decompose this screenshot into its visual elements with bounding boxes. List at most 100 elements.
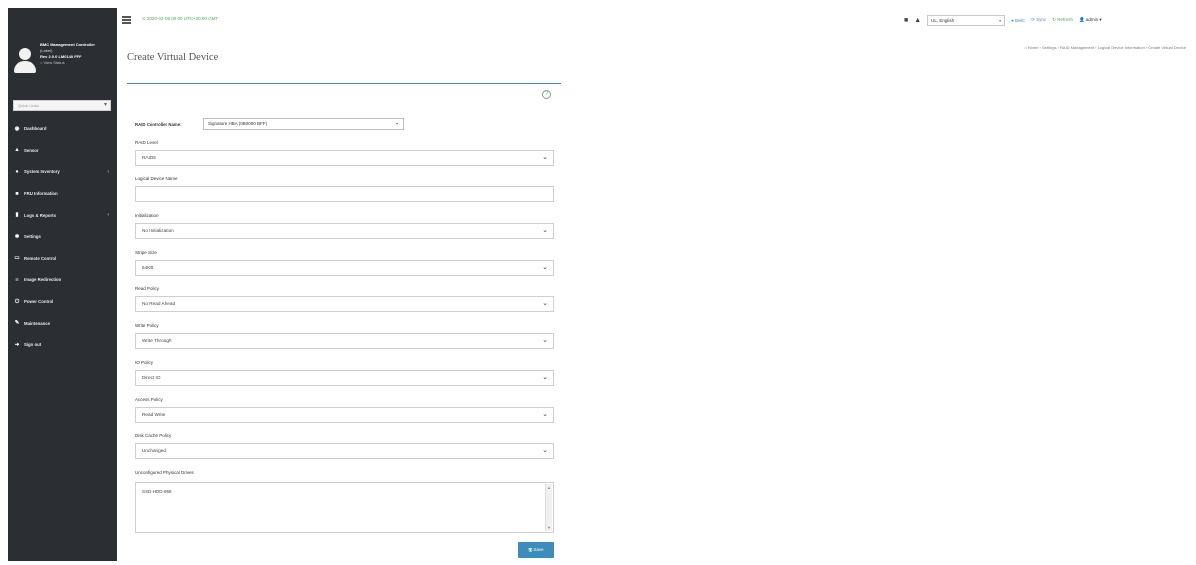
sidebar-item-label: Logs & Reports	[24, 212, 56, 218]
sidebar-item-label: System Inventory	[24, 169, 60, 175]
image-redirection-icon: ≡	[15, 276, 19, 283]
sidebar: BMC Management Controller (Label) Rev 2.…	[8, 8, 117, 561]
select-value: RAID5	[142, 155, 156, 160]
sync-button[interactable]: ⟳ Sync	[1031, 17, 1046, 23]
profile-info: BMC Management Controller (Label) Rev 2.…	[40, 42, 116, 66]
scrollbar[interactable]: ▲ ▼	[545, 484, 552, 531]
sidebar-item-remote-control[interactable]: ▭ Remote Control	[8, 248, 117, 270]
chevron-down-icon: ⌄	[542, 300, 548, 307]
bmc-link[interactable]: ● BMC	[1011, 18, 1025, 23]
field-label: Logical Device Name	[135, 176, 178, 181]
sidebar-item-label: Dashboard	[24, 126, 47, 132]
refresh-button[interactable]: ↻ Refresh	[1052, 17, 1073, 23]
sidebar-item-settings[interactable]: ✱ Settings	[8, 226, 117, 248]
logical-device-name-input[interactable]	[135, 186, 554, 202]
sidebar-item-label: Sensor	[24, 147, 39, 153]
field-label: Initialization	[135, 213, 159, 218]
field-label: Write Policy	[135, 323, 159, 328]
chevron-icon: ‹	[107, 168, 109, 175]
message-icon[interactable]: ■	[904, 17, 908, 24]
save-button[interactable]: 🖫 Save	[518, 542, 554, 558]
user-label: admin	[1085, 17, 1099, 22]
field-label: Disk Cache Policy	[135, 433, 172, 438]
sidebar-nav: ◉ Dashboard ▲ Sensor ● System Inventory ‹ ■ FRU …	[8, 118, 117, 356]
field-label: IO Policy	[135, 360, 154, 365]
io-policy-select[interactable]: Direct IO ⌄	[135, 370, 554, 386]
chevron-down-icon: ⌄	[542, 337, 548, 344]
controller-value: Signature HBA (0B0000 BFF)	[208, 121, 268, 126]
alert-icon[interactable]: ▲	[914, 17, 921, 24]
top-bar-actions: ■ ▲ UL, English ▾ ● BMC ⟳ Sync ↻ Refresh…	[904, 14, 1102, 26]
read-policy-select[interactable]: No Read Ahead ⌄	[135, 296, 554, 312]
sensor-icon: ▲	[14, 147, 20, 154]
select-value: Read Write	[142, 412, 166, 417]
controller-label: RAID Controller Name:	[135, 121, 182, 127]
write-policy-select[interactable]: Write Through ⌄	[135, 333, 554, 349]
field-label: Read Policy	[135, 286, 160, 291]
chevron-down-icon: ⌄	[542, 447, 548, 454]
sidebar-item-inventory[interactable]: ● System Inventory ‹	[8, 161, 117, 183]
field-label: RAID Level	[135, 140, 158, 145]
menu-toggle-icon[interactable]	[122, 16, 131, 24]
sidebar-item-label: Power Control	[24, 299, 54, 305]
view-status-link[interactable]: ○ View Status	[40, 60, 116, 66]
sidebar-item-label: Image Redirection	[24, 277, 62, 283]
physical-drives-list[interactable]: SSD-HDD-968 ▲ ▼	[135, 482, 554, 533]
chevron-down-icon: ⌄	[542, 264, 548, 271]
select-value: No Initialization	[142, 228, 174, 233]
sidebar-item-sign-out[interactable]: ➜ Sign out	[8, 334, 117, 356]
breadcrumb[interactable]: ⌂ Home › Settings › RAID Management › Lo…	[1024, 45, 1186, 50]
controller-row: RAID Controller Name: Signature HBA (0B0…	[135, 118, 404, 130]
page-title: Create Virtual Device	[127, 52, 219, 63]
scroll-down-icon[interactable]: ▼	[547, 525, 551, 530]
chevron-down-icon: ▾	[999, 17, 1002, 23]
sidebar-item-logs[interactable]: ▮ Logs & Reports ‹	[8, 204, 117, 226]
sidebar-item-sensor[interactable]: ▲ Sensor	[8, 140, 117, 162]
initialization-select[interactable]: No Initialization ⌄	[135, 223, 554, 239]
power-icon: ⏻	[14, 298, 20, 305]
chevron-down-icon: ⌄	[542, 154, 548, 161]
sync-label: Sync	[1036, 17, 1047, 22]
stripe-size-select[interactable]: 64KB ⌄	[135, 260, 554, 276]
dropdown-icon: ▾	[103, 102, 107, 108]
sidebar-item-label: Remote Control	[24, 255, 57, 261]
sidebar-item-dashboard[interactable]: ◉ Dashboard	[8, 118, 117, 140]
refresh-label: Refresh	[1057, 17, 1073, 22]
raid-level-select[interactable]: RAID5 ⌄	[135, 150, 554, 166]
select-value: Write Through	[142, 338, 172, 343]
language-select[interactable]: UL, English ▾	[927, 14, 1006, 26]
quick-links-search[interactable]: Quick Links ▾	[13, 100, 111, 111]
help-icon[interactable]: ?	[542, 90, 551, 99]
sidebar-item-image-redirection[interactable]: ≡ Image Redirection	[8, 269, 117, 291]
user-menu[interactable]: 👤 admin ▾	[1079, 17, 1102, 23]
disk-cache-policy-select[interactable]: Unchanged ⌄	[135, 443, 554, 459]
scroll-up-icon[interactable]: ▲	[547, 485, 551, 490]
logs-icon: ▮	[15, 212, 19, 219]
access-policy-select[interactable]: Read Write ⌄	[135, 407, 554, 423]
sidebar-item-power[interactable]: ⏻ Power Control	[8, 291, 117, 313]
top-bar: ⊙ 2020-02-06 00:00 UTC+00:00 GMT ■ ▲ UL,…	[117, 8, 1196, 34]
chevron-down-icon: ▾	[395, 121, 398, 126]
datetime: ⊙ 2020-02-06 00:00 UTC+00:00 GMT	[142, 16, 219, 21]
controller-select[interactable]: Signature HBA (0B0000 BFF) ▾	[203, 118, 404, 130]
quick-links-placeholder: Quick Links	[18, 103, 39, 108]
drives-label: Unconfigured Physical Drives	[135, 470, 194, 475]
sidebar-item-fru[interactable]: ■ FRU Information	[8, 183, 117, 205]
create-virtual-device-form: ? RAID Controller Name: Signature HBA (0…	[127, 83, 561, 561]
sidebar-item-wrench[interactable]: ✎ Maintenance	[8, 312, 117, 334]
drives-value: SSD-HDD-968	[142, 489, 172, 494]
sidebar-item-label: Sign out	[24, 342, 42, 348]
chevron-down-icon: ⌄	[542, 374, 548, 381]
select-value: 64KB	[142, 265, 154, 270]
sidebar-item-label: FRU Information	[24, 191, 58, 197]
bmc-label: BMC	[1015, 17, 1026, 23]
chevron-down-icon: ⌄	[542, 227, 548, 234]
sidebar-item-label: Maintenance	[24, 320, 51, 326]
language-value: UL, English	[931, 17, 955, 23]
settings-icon: ✱	[14, 233, 20, 240]
field-label: Access Policy	[135, 397, 163, 402]
chevron-down-icon: ⌄	[542, 411, 548, 418]
sidebar-item-label: Settings	[24, 234, 41, 240]
inventory-icon: ●	[15, 168, 19, 175]
sign-out-icon: ➜	[14, 341, 20, 348]
